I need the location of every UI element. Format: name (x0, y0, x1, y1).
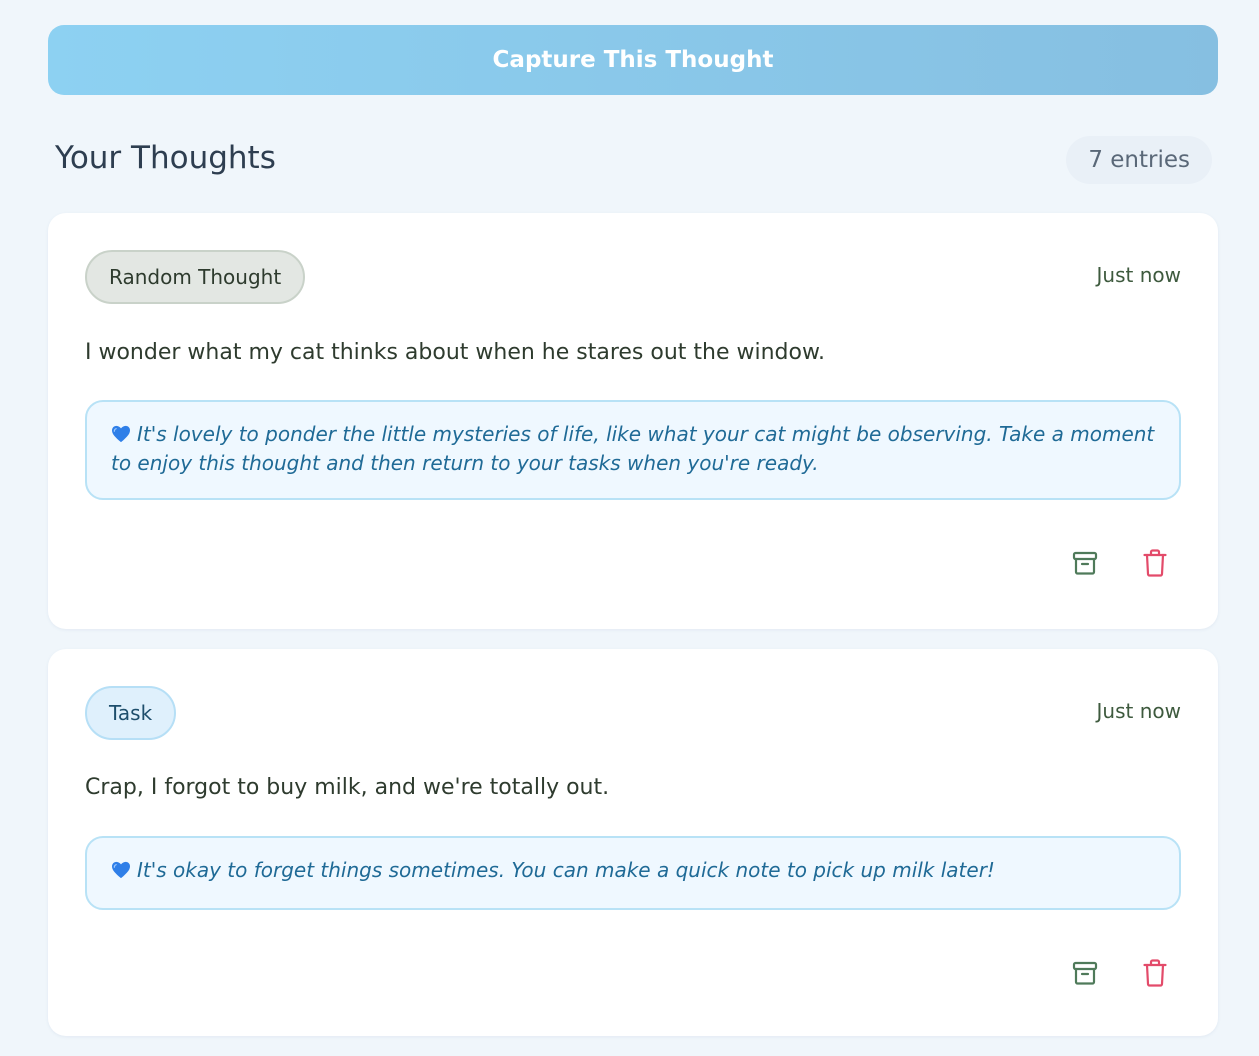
ai-response-box: It's lovely to ponder the little mysteri… (85, 400, 1181, 500)
timestamp: Just now (1096, 263, 1181, 287)
thought-text: I wonder what my cat thinks about when h… (85, 340, 825, 365)
card-actions (1072, 549, 1168, 577)
capture-thought-button[interactable]: Capture This Thought (48, 25, 1218, 95)
timestamp: Just now (1096, 699, 1181, 723)
page: Capture This Thought Your Thoughts 7 ent… (0, 0, 1259, 1056)
thought-text: Crap, I forgot to buy milk, and we're to… (85, 775, 610, 800)
ai-response-text: It's lovely to ponder the little mysteri… (111, 422, 1155, 475)
section-title: Your Thoughts (55, 140, 276, 176)
category-tag[interactable]: Random Thought (85, 250, 306, 304)
thought-card: Task Just now Crap, I forgot to buy milk… (48, 649, 1218, 1036)
trash-icon (1143, 959, 1167, 987)
delete-button[interactable] (1142, 959, 1168, 987)
archive-icon (1072, 551, 1098, 575)
thoughts-header: Your Thoughts 7 entries (48, 136, 1218, 186)
delete-button[interactable] (1142, 549, 1168, 577)
trash-icon (1143, 549, 1167, 577)
card-actions (1072, 959, 1168, 987)
ai-response-text: It's okay to forget things sometimes. Yo… (137, 858, 995, 882)
blue-heart-icon (112, 425, 130, 443)
ai-response-box: It's okay to forget things sometimes. Yo… (85, 836, 1181, 910)
archive-button[interactable] (1072, 959, 1098, 987)
archive-icon (1072, 961, 1098, 985)
thought-card: Random Thought Just now I wonder what my… (48, 213, 1218, 629)
archive-button[interactable] (1072, 549, 1098, 577)
entry-count-badge: 7 entries (1066, 136, 1212, 184)
blue-heart-icon (112, 861, 130, 879)
category-tag[interactable]: Task (85, 686, 177, 740)
